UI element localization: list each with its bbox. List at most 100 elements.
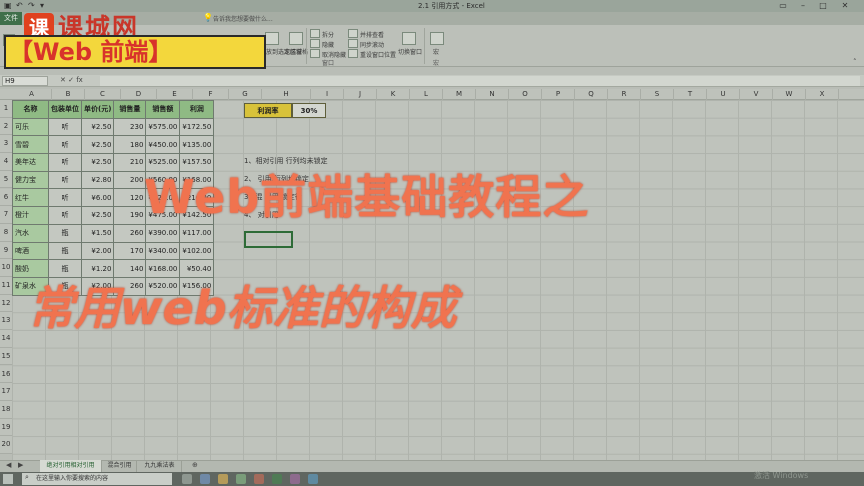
split-icon[interactable]	[310, 29, 320, 38]
column-header[interactable]: E	[157, 89, 193, 100]
table-cell[interactable]: ¥2.00	[80, 241, 115, 261]
table-cell[interactable]: ¥575.00	[145, 117, 181, 137]
table-cell[interactable]: 听	[48, 135, 82, 155]
table-cell[interactable]: 听	[48, 117, 82, 137]
hide-icon[interactable]	[310, 39, 320, 48]
add-sheet-icon[interactable]: ⊕	[192, 461, 198, 469]
column-header[interactable]: C	[85, 89, 121, 100]
table-cell[interactable]: 180	[113, 135, 147, 155]
header-cell[interactable]: 利润	[179, 100, 215, 119]
ribbon-side-by-side[interactable]: 并排查看	[360, 30, 384, 39]
switch-window-icon[interactable]	[402, 32, 416, 45]
table-cell[interactable]: 酸奶	[12, 259, 49, 278]
column-header[interactable]: F	[193, 89, 229, 100]
table-cell[interactable]: ¥50.40	[179, 259, 215, 278]
formula-input[interactable]	[100, 76, 860, 86]
column-header[interactable]: X	[806, 89, 839, 100]
close-icon[interactable]: ✕	[836, 0, 854, 12]
column-header[interactable]: R	[608, 89, 641, 100]
sheet-tab-absolute-relative[interactable]: 绝对引用相对引用	[40, 460, 102, 472]
row-header[interactable]: 17	[0, 383, 12, 401]
column-header[interactable]: O	[509, 89, 542, 100]
ribbon-switch-window[interactable]: 切换窗口	[398, 47, 422, 56]
table-cell[interactable]: ¥450.00	[145, 135, 181, 155]
table-cell[interactable]: 啤酒	[12, 241, 49, 261]
column-header[interactable]: T	[674, 89, 707, 100]
table-cell[interactable]: 120	[113, 188, 147, 208]
table-cell[interactable]: ¥102.00	[179, 241, 215, 261]
table-cell[interactable]: 听	[48, 206, 82, 225]
row-header[interactable]: 4	[0, 153, 12, 171]
freeze-panes-icon[interactable]	[289, 32, 303, 45]
table-cell[interactable]: 红牛	[12, 188, 49, 208]
store-icon[interactable]	[236, 474, 246, 484]
table-cell[interactable]: ¥135.00	[179, 135, 215, 155]
column-header[interactable]: V	[740, 89, 773, 100]
column-header[interactable]: L	[410, 89, 443, 100]
browser-icon[interactable]	[200, 474, 210, 484]
table-cell[interactable]: ¥6.00	[80, 188, 115, 208]
column-header[interactable]: U	[707, 89, 740, 100]
app-icon[interactable]	[290, 474, 300, 484]
row-header[interactable]: 7	[0, 206, 12, 224]
macro-icon[interactable]	[430, 32, 444, 45]
row-header[interactable]: 6	[0, 188, 12, 207]
file-explorer-icon[interactable]	[218, 474, 228, 484]
table-cell[interactable]: 听	[48, 170, 82, 190]
row-header[interactable]: 2	[0, 117, 12, 136]
table-cell[interactable]: 210	[113, 153, 147, 172]
row-header[interactable]: 14	[0, 330, 12, 348]
ribbon-hide[interactable]: 隐藏	[322, 40, 334, 49]
app-icon[interactable]	[254, 474, 264, 484]
reset-window-icon[interactable]	[348, 49, 358, 58]
table-cell[interactable]: 听	[48, 188, 82, 208]
unhide-icon[interactable]	[310, 49, 320, 58]
table-cell[interactable]: 健力宝	[12, 170, 49, 190]
ribbon-macro[interactable]: 宏	[433, 47, 439, 56]
table-cell[interactable]: ¥1.50	[80, 223, 115, 243]
table-cell[interactable]: ¥172.50	[179, 117, 215, 137]
table-cell[interactable]: ¥1.20	[80, 259, 115, 278]
taskbar-search-box[interactable]: 在这里输入你要搜索的内容	[22, 473, 172, 485]
row-header[interactable]: 3	[0, 135, 12, 154]
row-header[interactable]: 20	[0, 436, 12, 454]
maximize-icon[interactable]: □	[814, 0, 832, 12]
header-cell[interactable]: 销售量	[113, 100, 147, 119]
header-cell[interactable]: 包装单位	[48, 100, 82, 119]
table-cell[interactable]: 230	[113, 117, 147, 137]
column-header[interactable]: I	[311, 89, 344, 100]
active-cell[interactable]	[244, 231, 293, 248]
column-header[interactable]: H	[262, 89, 311, 100]
table-cell[interactable]: 瓶	[48, 241, 82, 261]
table-cell[interactable]: 260	[113, 223, 147, 243]
row-header[interactable]: 8	[0, 223, 12, 242]
minimize-icon[interactable]: –	[794, 0, 812, 12]
next-sheet-icon[interactable]: ▶	[18, 461, 23, 469]
profit-rate-value[interactable]: 30%	[292, 103, 326, 118]
row-header[interactable]: 13	[0, 312, 12, 331]
header-cell[interactable]: 销售额	[145, 100, 181, 119]
table-cell[interactable]: 雪碧	[12, 135, 49, 155]
task-view-icon[interactable]	[182, 474, 192, 484]
windows-start-icon[interactable]	[3, 474, 13, 484]
sync-scroll-icon[interactable]	[348, 39, 358, 48]
row-header[interactable]: 5	[0, 170, 12, 189]
tell-me-box[interactable]: 告诉我您想要做什么...	[213, 14, 273, 23]
save-icon[interactable]: ▣	[4, 1, 12, 10]
ribbon-options-icon[interactable]: ▭	[774, 0, 792, 12]
redo-icon[interactable]: ↷	[28, 1, 35, 10]
app-icon[interactable]	[308, 474, 318, 484]
table-cell[interactable]: ¥168.00	[145, 259, 181, 278]
table-cell[interactable]: ¥2.50	[80, 153, 115, 172]
row-header[interactable]: 15	[0, 347, 12, 366]
ribbon-sync-scroll[interactable]: 同步滚动	[360, 40, 384, 49]
row-header[interactable]: 10	[0, 259, 12, 277]
table-cell[interactable]: 橙汁	[12, 206, 49, 225]
sheet-tab-mixed[interactable]: 混合引用	[103, 460, 137, 472]
row-header[interactable]: 16	[0, 365, 12, 384]
row-header[interactable]: 1	[0, 100, 12, 118]
column-header[interactable]: G	[229, 89, 262, 100]
side-by-side-icon[interactable]	[348, 29, 358, 38]
table-cell[interactable]: 200	[113, 170, 147, 190]
column-header[interactable]: A	[12, 89, 52, 100]
